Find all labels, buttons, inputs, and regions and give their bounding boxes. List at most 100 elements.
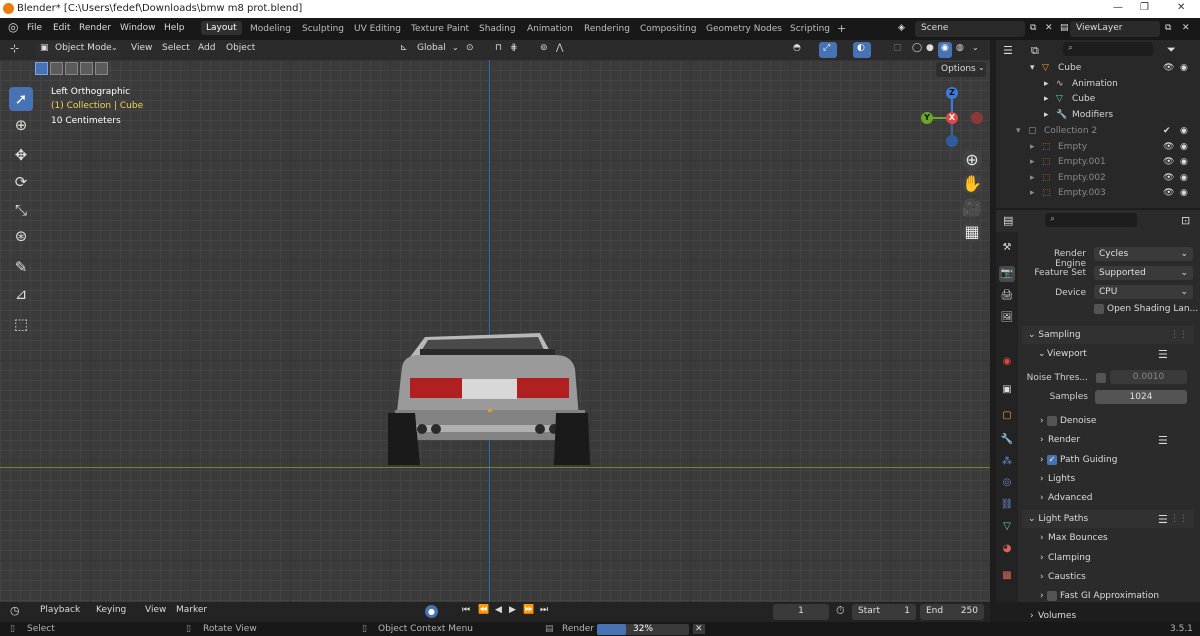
filter-icon[interactable]: ⏷	[1167, 43, 1176, 57]
constraints-tab-icon[interactable]: ⛓	[999, 497, 1015, 513]
view-layer-tab-icon[interactable]: 🖼	[999, 310, 1015, 326]
stopwatch-icon[interactable]: ⏱	[836, 604, 845, 618]
presets-list-icon[interactable]: ☰	[1158, 348, 1168, 361]
rotate-tool[interactable]: ⟳	[9, 170, 33, 194]
select-box-tool[interactable]: ➚	[9, 87, 33, 111]
add-workspace-button[interactable]: +	[837, 22, 846, 35]
eye-icon[interactable]: 👁	[1163, 63, 1174, 73]
tab-shading[interactable]: Shading	[479, 24, 516, 34]
camera-view-icon[interactable]: 🎥	[962, 198, 982, 218]
menu-add[interactable]: Add	[198, 43, 215, 53]
proportional-edit-icon[interactable]: ⊚	[540, 43, 548, 53]
prev-keyframe-icon[interactable]: ⏪	[478, 605, 489, 615]
auto-keying-icon[interactable]: ●	[425, 605, 438, 618]
presets-list-icon[interactable]: ☰	[1158, 513, 1168, 526]
tab-modeling[interactable]: Modeling	[250, 24, 291, 34]
end-frame-field[interactable]: End 250	[920, 604, 984, 620]
tool-tab-icon[interactable]: ⚒	[999, 240, 1015, 256]
expand-arrow-icon[interactable]: ▸	[1030, 188, 1035, 198]
expand-arrow-icon[interactable]: ▾	[1016, 126, 1021, 136]
noise-threshold-checkbox[interactable]	[1096, 373, 1106, 383]
menu-select[interactable]: Select	[162, 43, 190, 53]
menu-window[interactable]: Window	[120, 23, 156, 33]
path-guiding-checkbox[interactable]: ✓	[1047, 455, 1057, 465]
wireframe-shading-icon[interactable]: ◯	[912, 43, 922, 53]
transform-tool[interactable]: ⊛	[9, 224, 33, 248]
select-invert-icon[interactable]	[80, 62, 93, 75]
pan-hand-icon[interactable]: ✋	[962, 174, 982, 194]
menu-render[interactable]: Render	[79, 23, 111, 33]
expand-arrow-icon[interactable]: ▸	[1030, 157, 1035, 167]
outliner-editor-icon[interactable]: ☰	[1003, 44, 1013, 57]
tab-layout[interactable]: Layout	[201, 21, 242, 35]
properties-editor-icon[interactable]: ▤	[1003, 214, 1013, 227]
menu-marker[interactable]: Marker	[176, 605, 207, 615]
presets-list-icon[interactable]: ☰	[1158, 434, 1168, 447]
render-visibility-icon[interactable]: ◉	[1180, 188, 1188, 198]
menu-keying[interactable]: Keying	[96, 605, 126, 615]
render-tab-icon[interactable]: 📷	[999, 266, 1015, 282]
eye-icon[interactable]: 👁	[1163, 142, 1174, 152]
render-visibility-icon[interactable]: ◉	[1180, 173, 1188, 183]
add-cube-tool[interactable]: ⬚	[9, 312, 33, 336]
render-subpanel-label[interactable]: Render	[1048, 435, 1080, 445]
jump-start-icon[interactable]: ⏮	[462, 605, 470, 615]
tab-uv-editing[interactable]: UV Editing	[354, 24, 401, 34]
fast-gi-label[interactable]: Fast GI Approximation	[1060, 591, 1159, 601]
3d-viewport[interactable]	[0, 40, 990, 602]
render-visibility-icon[interactable]: ◉	[1180, 157, 1188, 167]
transform-orientation[interactable]: Global	[417, 43, 446, 53]
clamping-subpanel-label[interactable]: Clamping	[1048, 553, 1091, 563]
tab-sculpting[interactable]: Sculpting	[302, 24, 344, 34]
menu-file[interactable]: File	[27, 23, 42, 33]
menu-object[interactable]: Object	[226, 43, 255, 53]
maximize-button[interactable]: ❐	[1140, 2, 1149, 13]
scene-delete-icon[interactable]: ✕	[1045, 23, 1053, 33]
pivot-icon[interactable]: ⊙	[466, 43, 474, 53]
rendered-shading-icon[interactable]: ◍	[956, 43, 964, 53]
measure-tool[interactable]: ⊿	[9, 282, 33, 306]
cancel-render-button[interactable]: ✕	[693, 624, 705, 634]
denoise-label[interactable]: Denoise	[1060, 416, 1096, 426]
eye-icon[interactable]: 👁	[1163, 173, 1174, 183]
car-model[interactable]	[380, 325, 600, 470]
caustics-subpanel-label[interactable]: Caustics	[1048, 572, 1086, 582]
render-engine-dropdown[interactable]: Cycles ⌄	[1094, 247, 1193, 261]
cursor-tool[interactable]: ⊕	[9, 113, 33, 137]
snap-increment-icon[interactable]: ⋕	[510, 43, 518, 53]
properties-search-input[interactable]	[1045, 213, 1137, 227]
jump-end-icon[interactable]: ⏭	[540, 605, 548, 615]
data-tab-icon[interactable]: ▽	[999, 519, 1015, 535]
falloff-icon[interactable]: ⋀	[556, 43, 563, 53]
output-tab-icon[interactable]: 🖨	[999, 288, 1015, 304]
material-tab-icon[interactable]: ◕	[999, 541, 1015, 557]
minimize-button[interactable]: —	[1113, 2, 1123, 13]
advanced-subpanel-label[interactable]: Advanced	[1048, 493, 1092, 503]
denoise-checkbox[interactable]	[1047, 416, 1057, 426]
clock-icon[interactable]: ◷	[10, 604, 20, 617]
play-icon[interactable]: ▶	[509, 605, 516, 615]
scene-tab-icon[interactable]: ◉	[999, 354, 1015, 370]
gizmo-x-icon[interactable]: X	[946, 112, 958, 124]
menu-edit[interactable]: Edit	[53, 23, 70, 33]
outliner-row[interactable]	[996, 92, 1200, 107]
gizmo-y-icon[interactable]: Y	[921, 112, 933, 124]
light-paths-panel-header[interactable]: ⌄ Light Paths ⋮⋮	[1022, 510, 1194, 528]
close-button[interactable]: ✕	[1177, 2, 1185, 13]
expand-arrow-icon[interactable]: ▾	[1030, 63, 1035, 73]
expand-arrow-icon[interactable]: ▸	[1030, 173, 1035, 183]
physics-tab-icon[interactable]: ◎	[999, 475, 1015, 491]
viewport-subpanel-label[interactable]: Viewport	[1047, 349, 1087, 359]
annotate-tool[interactable]: ✎	[9, 255, 33, 279]
select-intersect-icon[interactable]	[95, 62, 108, 75]
particles-tab-icon[interactable]: ⁂	[999, 454, 1015, 470]
ortho-toggle-icon[interactable]: ▦	[962, 222, 982, 242]
tab-scripting[interactable]: Scripting	[790, 24, 830, 34]
select-new-icon[interactable]	[35, 62, 48, 75]
render-visibility-icon[interactable]: ◉	[1180, 126, 1188, 136]
pin-icon[interactable]: ⊡	[1181, 214, 1190, 227]
tab-animation[interactable]: Animation	[527, 24, 573, 34]
scale-tool[interactable]: ⤡	[9, 198, 33, 222]
drag-handle-icon[interactable]: ⋮⋮	[1170, 330, 1188, 340]
blender-menu-icon[interactable]: ◎	[8, 20, 18, 34]
